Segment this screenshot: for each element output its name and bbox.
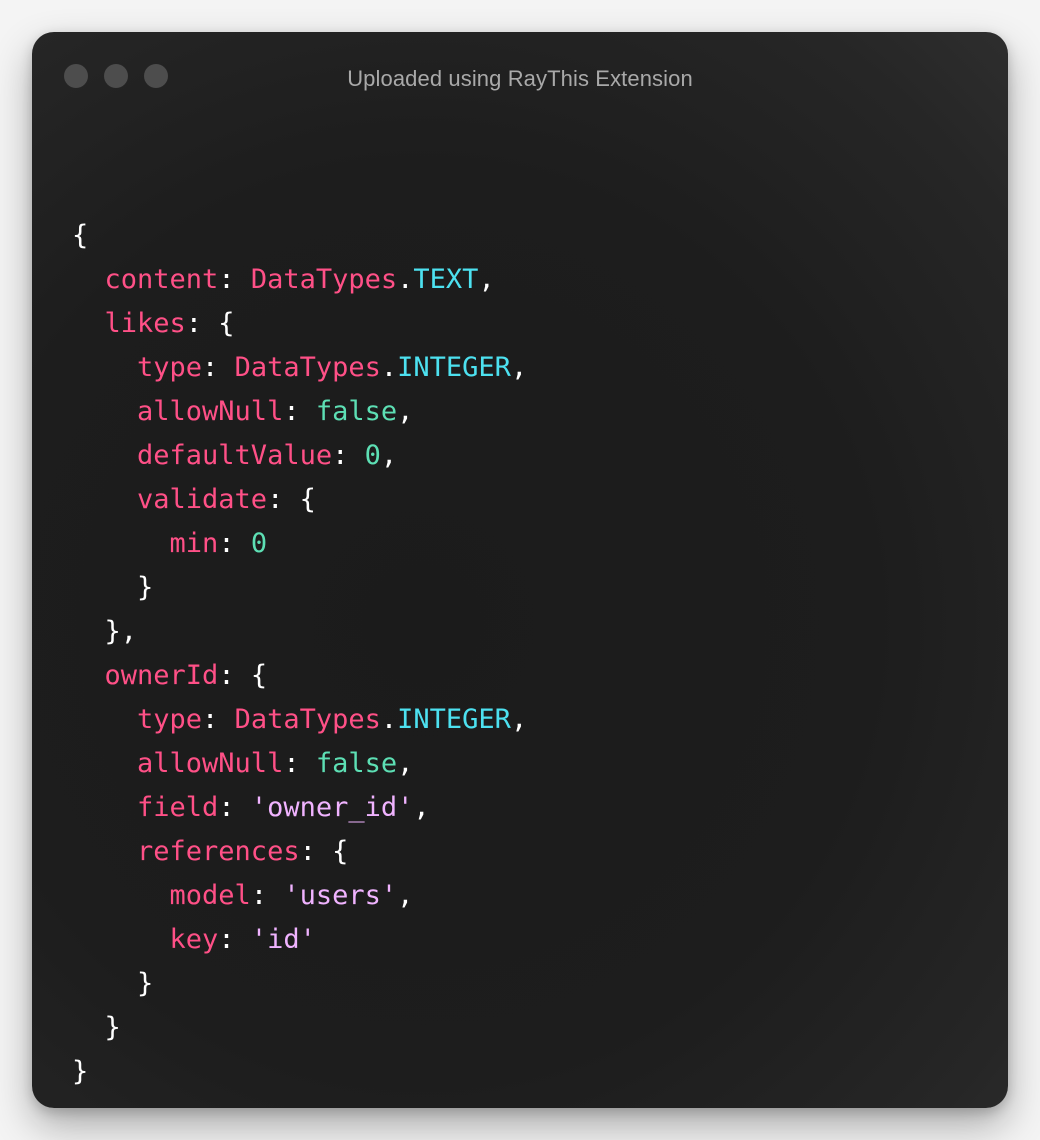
code-punctuation: ,: [510, 704, 528, 735]
code-line: type: DataTypes.INTEGER,: [72, 346, 527, 390]
code-punctuation: ,: [397, 880, 414, 911]
code-key: likes: [72, 308, 186, 339]
code-line: allowNull: false,: [72, 390, 527, 434]
code-key: allowNull: [72, 396, 284, 427]
code-punctuation: .: [380, 352, 398, 383]
code-punctuation: }: [72, 1012, 121, 1043]
code-key: key: [72, 924, 219, 955]
code-key: type: [72, 352, 203, 383]
code-boolean: false: [315, 396, 398, 427]
code-line: likes: {: [72, 302, 527, 346]
code-punctuation: : {: [185, 308, 235, 339]
code-punctuation: :: [218, 924, 251, 955]
code-line: validate: {: [72, 478, 527, 522]
code-punctuation: },: [72, 616, 138, 647]
code-punctuation: ,: [397, 396, 414, 427]
code-line: field: 'owner_id',: [72, 786, 527, 830]
code-key: type: [72, 704, 203, 735]
code-line: {: [72, 214, 527, 258]
code-punctuation: :: [218, 528, 251, 559]
code-line: }: [72, 1050, 527, 1094]
code-class: DataTypes: [234, 352, 381, 383]
code-punctuation: .: [397, 264, 414, 295]
code-line: ownerId: {: [72, 654, 527, 698]
code-punctuation: ,: [413, 792, 430, 823]
code-punctuation: :: [218, 792, 251, 823]
code-class: DataTypes: [250, 264, 398, 295]
code-key: validate: [72, 484, 268, 515]
code-line: min: 0: [72, 522, 527, 566]
code-punctuation: : {: [218, 660, 268, 691]
code-punctuation: ,: [510, 352, 528, 383]
code-line: defaultValue: 0,: [72, 434, 527, 478]
code-line: key: 'id': [72, 918, 527, 962]
code-line: references: {: [72, 830, 527, 874]
code-property: INTEGER: [397, 352, 511, 383]
code-class: DataTypes: [234, 704, 381, 735]
code-punctuation: : {: [267, 484, 316, 515]
code-key: field: [72, 792, 219, 823]
code-line: allowNull: false,: [72, 742, 527, 786]
code-key: references: [72, 836, 300, 867]
code-property: TEXT: [413, 264, 479, 295]
code-punctuation: ,: [478, 264, 495, 295]
code-key: content: [72, 264, 219, 295]
code-line: },: [72, 610, 527, 654]
code-punctuation: ,: [380, 440, 398, 471]
code-punctuation: .: [380, 704, 398, 735]
code-window: Uploaded using RayThis Extension { conte…: [32, 32, 1008, 1108]
code-punctuation: }: [72, 968, 154, 999]
code-punctuation: }: [72, 1056, 89, 1087]
code-line: }: [72, 962, 527, 1006]
code-punctuation: ,: [397, 748, 414, 779]
code-punctuation: :: [283, 396, 316, 427]
code-string: 'users': [283, 880, 398, 911]
window-title: Uploaded using RayThis Extension: [347, 66, 693, 91]
code-number: 0: [250, 528, 268, 559]
code-key: min: [72, 528, 219, 559]
code-punctuation: }: [72, 572, 154, 603]
code-punctuation: :: [250, 880, 284, 911]
code-punctuation: :: [283, 748, 316, 779]
code-property: INTEGER: [397, 704, 511, 735]
code-line: }: [72, 1006, 527, 1050]
code-line: content: DataTypes.TEXT,: [72, 258, 527, 302]
code-key: model: [72, 880, 251, 911]
code-boolean: false: [315, 748, 398, 779]
code-string: 'id': [250, 924, 316, 955]
code-line: }: [72, 566, 527, 610]
code-number: 0: [364, 440, 381, 471]
code-key: allowNull: [72, 748, 284, 779]
window-titlebar: Uploaded using RayThis Extension: [32, 32, 1008, 128]
code-punctuation: {: [72, 220, 89, 251]
code-string: 'owner_id': [250, 792, 414, 823]
code-line: model: 'users',: [72, 874, 527, 918]
code-line: type: DataTypes.INTEGER,: [72, 698, 527, 742]
code-block: { content: DataTypes.TEXT, likes: { type…: [72, 214, 527, 1094]
code-key: ownerId: [72, 660, 219, 691]
code-punctuation: :: [202, 352, 235, 383]
code-key: defaultValue: [72, 440, 333, 471]
code-punctuation: :: [332, 440, 365, 471]
code-punctuation: :: [202, 704, 235, 735]
code-punctuation: :: [218, 264, 251, 295]
code-punctuation: : {: [299, 836, 349, 867]
